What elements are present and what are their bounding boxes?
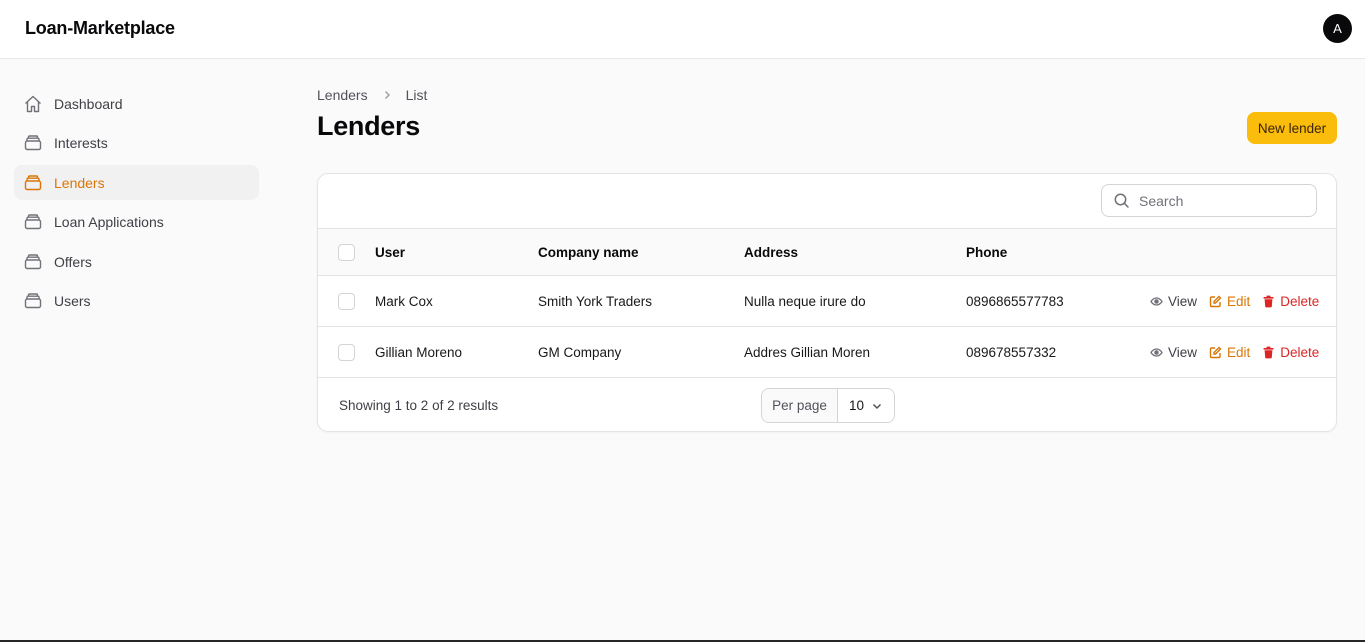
trash-icon (1262, 295, 1275, 308)
sidebar-item-lenders[interactable]: Lenders (14, 165, 259, 200)
trash-icon (1262, 346, 1275, 359)
stack-icon (23, 212, 43, 232)
stack-icon (23, 133, 43, 153)
delete-label: Delete (1280, 344, 1320, 360)
delete-label: Delete (1280, 293, 1320, 309)
sidebar-item-label: Loan Applications (54, 214, 164, 230)
cell-user: Mark Cox (375, 293, 433, 309)
sidebar-item-label: Offers (54, 253, 92, 270)
pagination-summary: Showing 1 to 2 of 2 results (339, 398, 499, 413)
stack-icon (23, 252, 43, 272)
eye-icon (1150, 295, 1163, 308)
search-icon (1113, 192, 1130, 209)
sidebar: Dashboard Interests Lenders Loan Applica… (14, 86, 259, 323)
column-header-phone[interactable]: Phone (966, 229, 1007, 275)
view-label: View (1168, 344, 1198, 360)
column-header-user[interactable]: User (375, 229, 405, 275)
per-page-value: 10 (849, 398, 865, 413)
page-title: Lenders (317, 111, 420, 141)
sidebar-item-dashboard[interactable]: Dashboard (14, 86, 259, 121)
table-row: Gillian Moreno GM Company Addres Gillian… (318, 327, 1336, 378)
row-checkbox[interactable] (338, 293, 355, 310)
cell-address: Nulla neque irure do (744, 293, 866, 309)
delete-button[interactable]: Delete (1262, 345, 1319, 360)
view-button[interactable]: View (1150, 345, 1197, 360)
row-actions: View Edit Delete (1150, 327, 1319, 377)
sidebar-item-label: Interests (54, 135, 108, 151)
new-lender-button[interactable]: New lender (1247, 112, 1337, 144)
sidebar-item-label: Dashboard (54, 95, 123, 112)
search-input[interactable] (1139, 192, 1299, 209)
breadcrumb-parent[interactable]: Lenders (317, 87, 368, 103)
sidebar-item-loan-applications[interactable]: Loan Applications (14, 205, 259, 240)
stack-icon (23, 173, 43, 193)
table-header: User Company name Address Phone (318, 228, 1336, 276)
eye-icon (1150, 346, 1163, 359)
home-icon (23, 94, 43, 114)
delete-button[interactable]: Delete (1262, 294, 1319, 309)
view-button[interactable]: View (1150, 294, 1197, 309)
top-bar: Loan-Marketplace A (0, 0, 1365, 59)
column-header-address[interactable]: Address (744, 229, 798, 275)
chevron-right-icon (381, 89, 393, 101)
per-page-dropdown[interactable]: 10 (838, 389, 894, 422)
lenders-table: User Company name Address Phone Mark Cox… (317, 173, 1337, 432)
column-header-company[interactable]: Company name (538, 229, 639, 275)
edit-icon (1209, 346, 1222, 359)
select-all-checkbox[interactable] (338, 244, 355, 261)
view-label: View (1168, 293, 1198, 309)
edit-icon (1209, 295, 1222, 308)
sidebar-item-label: Users (54, 293, 91, 309)
user-avatar[interactable]: A (1323, 14, 1352, 43)
breadcrumb-current[interactable]: List (406, 87, 428, 103)
sidebar-item-offers[interactable]: Offers (14, 244, 259, 279)
cell-phone: 0896865577783 (966, 293, 1064, 309)
edit-label: Edit (1227, 293, 1251, 309)
chevron-down-icon (871, 400, 883, 412)
cell-address: Addres Gillian Moren (744, 344, 871, 360)
edit-button[interactable]: Edit (1209, 345, 1250, 360)
cell-phone: 089678557332 (966, 344, 1057, 360)
edit-button[interactable]: Edit (1209, 294, 1250, 309)
cell-company: GM Company (538, 344, 622, 360)
search-box[interactable] (1101, 184, 1317, 217)
table-row: Mark Cox Smith York Traders Nulla neque … (318, 276, 1336, 327)
cell-company: Smith York Traders (538, 293, 653, 309)
sidebar-item-users[interactable]: Users (14, 284, 259, 319)
per-page-select[interactable]: Per page 10 (761, 388, 895, 423)
per-page-label: Per page (762, 389, 838, 422)
stack-icon (23, 291, 43, 311)
row-checkbox[interactable] (338, 344, 355, 361)
row-actions: View Edit Delete (1150, 276, 1319, 326)
brand-title[interactable]: Loan-Marketplace (25, 18, 175, 39)
sidebar-item-interests[interactable]: Interests (14, 126, 259, 161)
edit-label: Edit (1227, 344, 1251, 360)
cell-user: Gillian Moreno (375, 344, 463, 360)
sidebar-item-label: Lenders (54, 174, 105, 191)
breadcrumb: Lenders List (317, 87, 427, 103)
